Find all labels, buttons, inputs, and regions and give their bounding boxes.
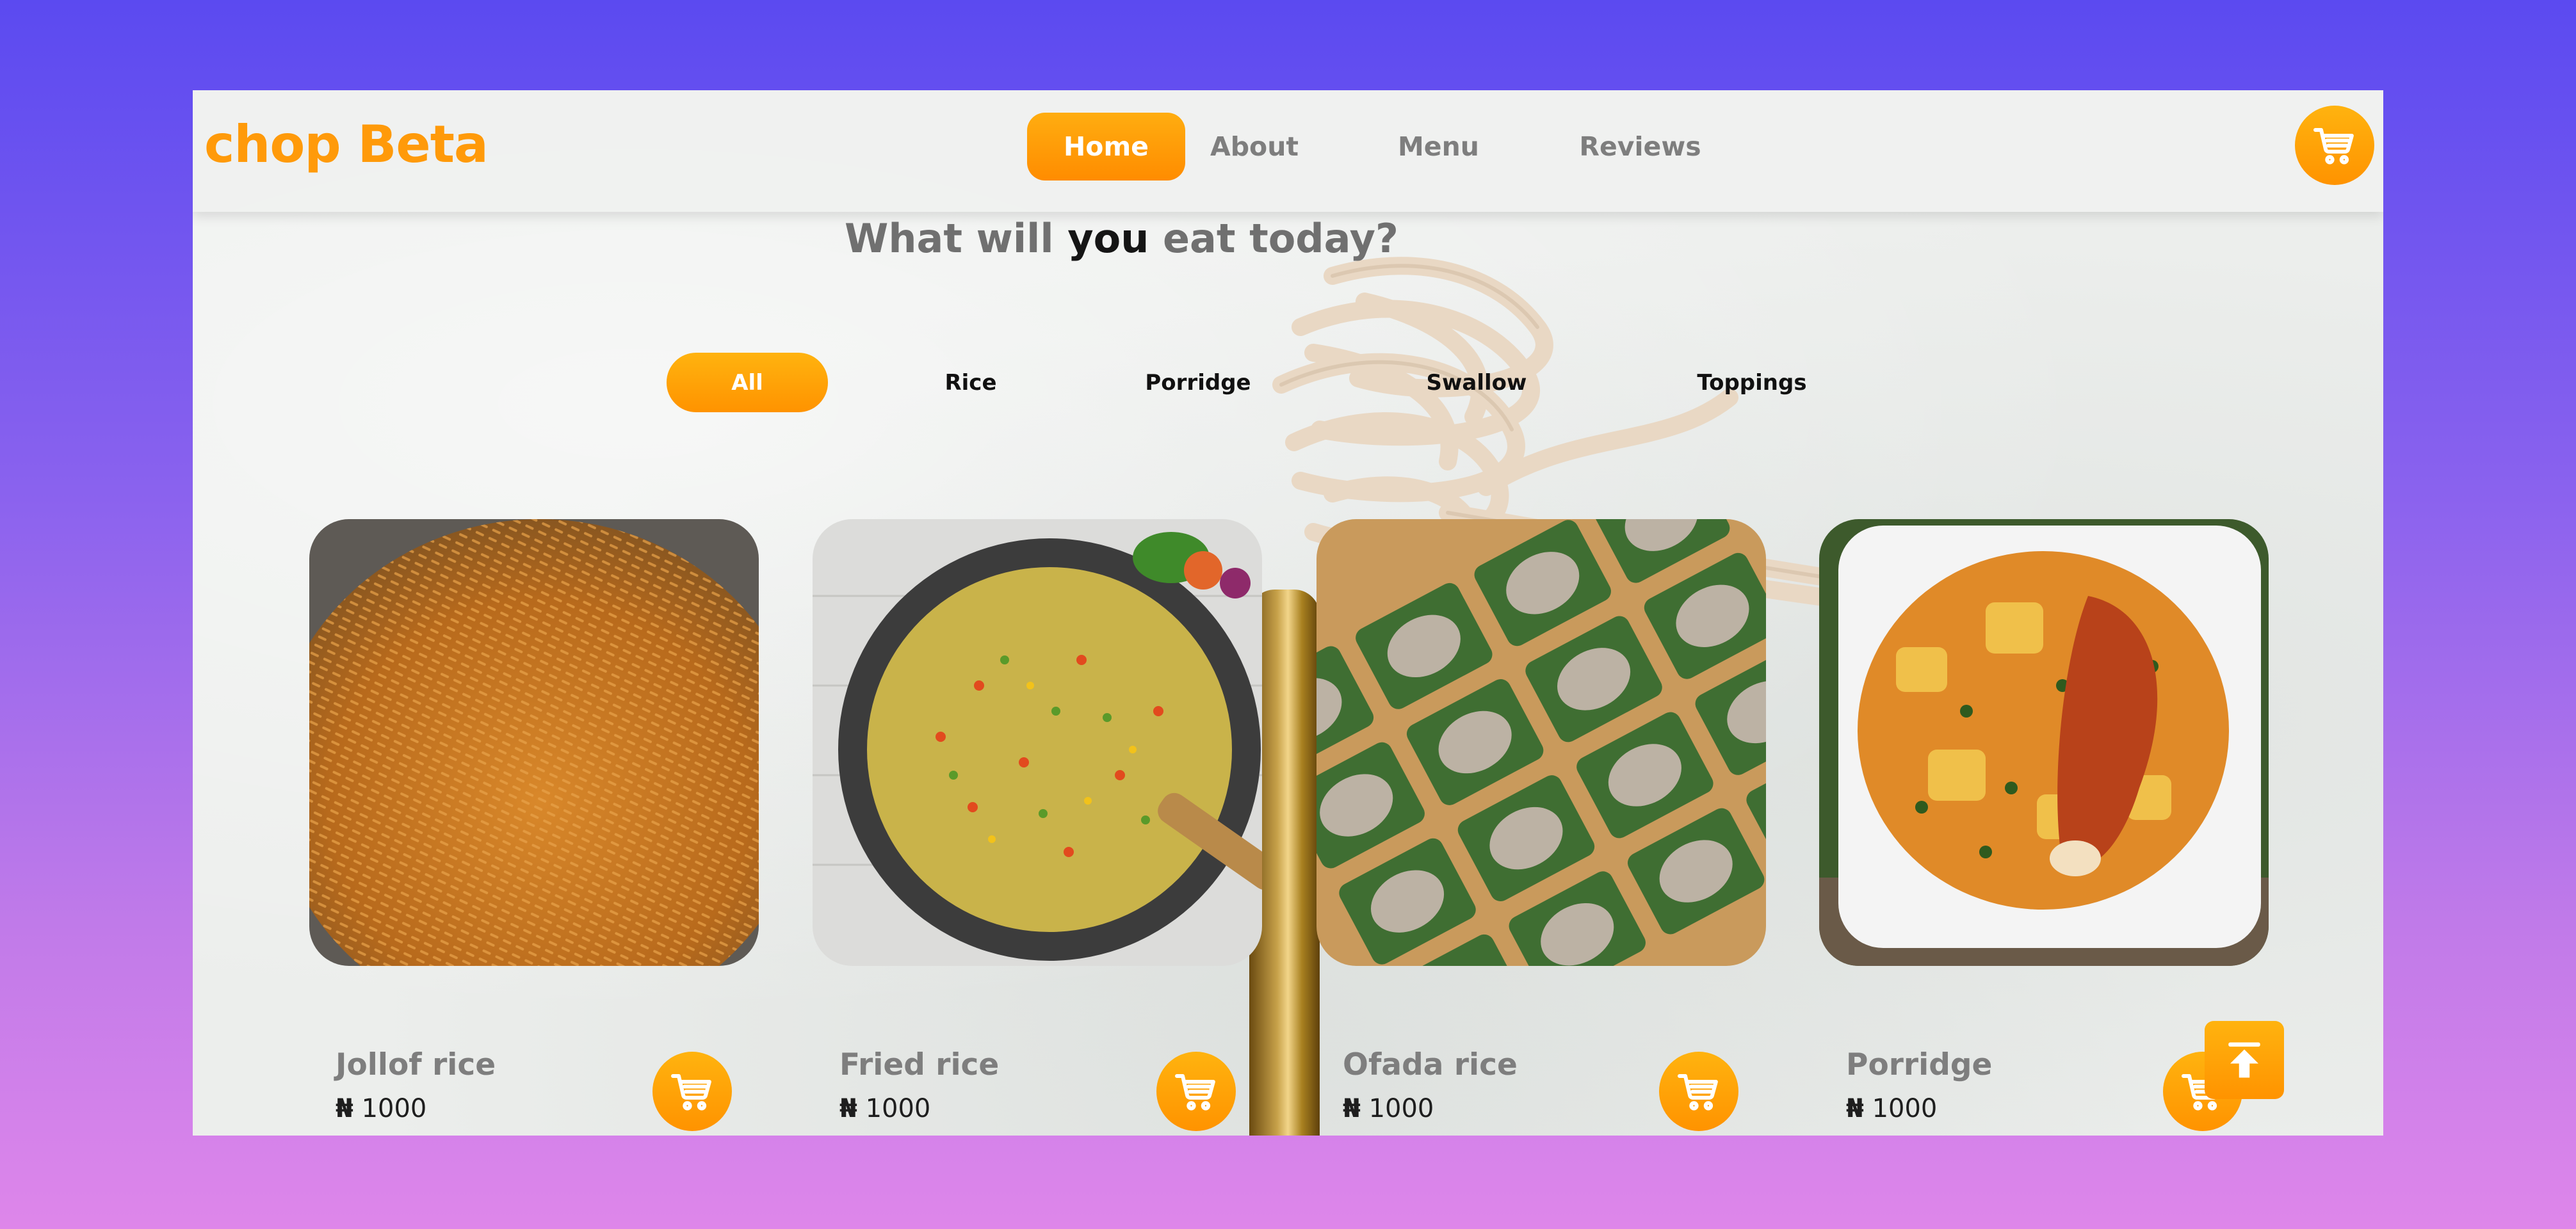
product-price: ₦ 1000 [1846,1094,1937,1123]
product-price: ₦ 1000 [336,1094,426,1123]
add-to-cart-button[interactable] [1156,1052,1236,1131]
nav-reviews[interactable]: Reviews [1568,113,1712,181]
app-window: chop Beta Home About Menu Reviews What w… [193,90,2383,1136]
shopping-cart-icon [671,1074,711,1111]
nav-menu[interactable]: Menu [1386,113,1491,181]
shopping-cart-icon [1678,1074,1718,1111]
filter-porridge[interactable]: Porridge [1118,353,1278,412]
header-cart-button[interactable] [2295,106,2374,185]
filter-all[interactable]: All [667,353,828,412]
product-price: ₦ 1000 [1343,1094,1434,1123]
product-image-ofada-rice[interactable] [1316,519,1766,966]
filter-swallow[interactable]: Swallow [1397,353,1557,412]
filter-rice[interactable]: Rice [907,353,1035,412]
product-price: ₦ 1000 [839,1094,930,1123]
scroll-to-top-button[interactable] [2205,1021,2284,1099]
price-value: 1000 [1368,1094,1434,1123]
filter-toppings[interactable]: Toppings [1665,353,1838,412]
currency-symbol: ₦ [1846,1094,1864,1123]
headline-text-after: eat today? [1149,215,1398,262]
price-value: 1000 [865,1094,931,1123]
headline-text-before: What will [845,215,1068,262]
product-name: Porridge [1846,1047,1993,1082]
price-value: 1000 [1872,1094,1938,1123]
nav-about[interactable]: About [1197,113,1312,181]
nav-home[interactable]: Home [1027,113,1185,181]
shopping-cart-icon [1175,1074,1215,1111]
currency-symbol: ₦ [839,1094,857,1123]
arrow-up-to-top-icon [2228,1042,2260,1078]
product-image-fried-rice[interactable] [813,519,1262,966]
product-image-porridge[interactable] [1819,519,2269,966]
brand-logo[interactable]: chop Beta [204,115,489,174]
currency-symbol: ₦ [1343,1094,1361,1123]
product-name: Ofada rice [1343,1047,1518,1082]
currency-symbol: ₦ [336,1094,353,1123]
headline-emphasis: you [1067,215,1149,262]
shopping-cart-icon [2313,128,2354,165]
price-value: 1000 [361,1094,427,1123]
add-to-cart-button[interactable] [652,1052,732,1131]
product-name: Fried rice [839,1047,1000,1082]
product-image-jollof-rice[interactable] [309,519,759,966]
add-to-cart-button[interactable] [1659,1052,1738,1131]
top-navigation-bar: chop Beta Home About Menu Reviews [193,90,2383,212]
product-name: Jollof rice [336,1047,496,1082]
